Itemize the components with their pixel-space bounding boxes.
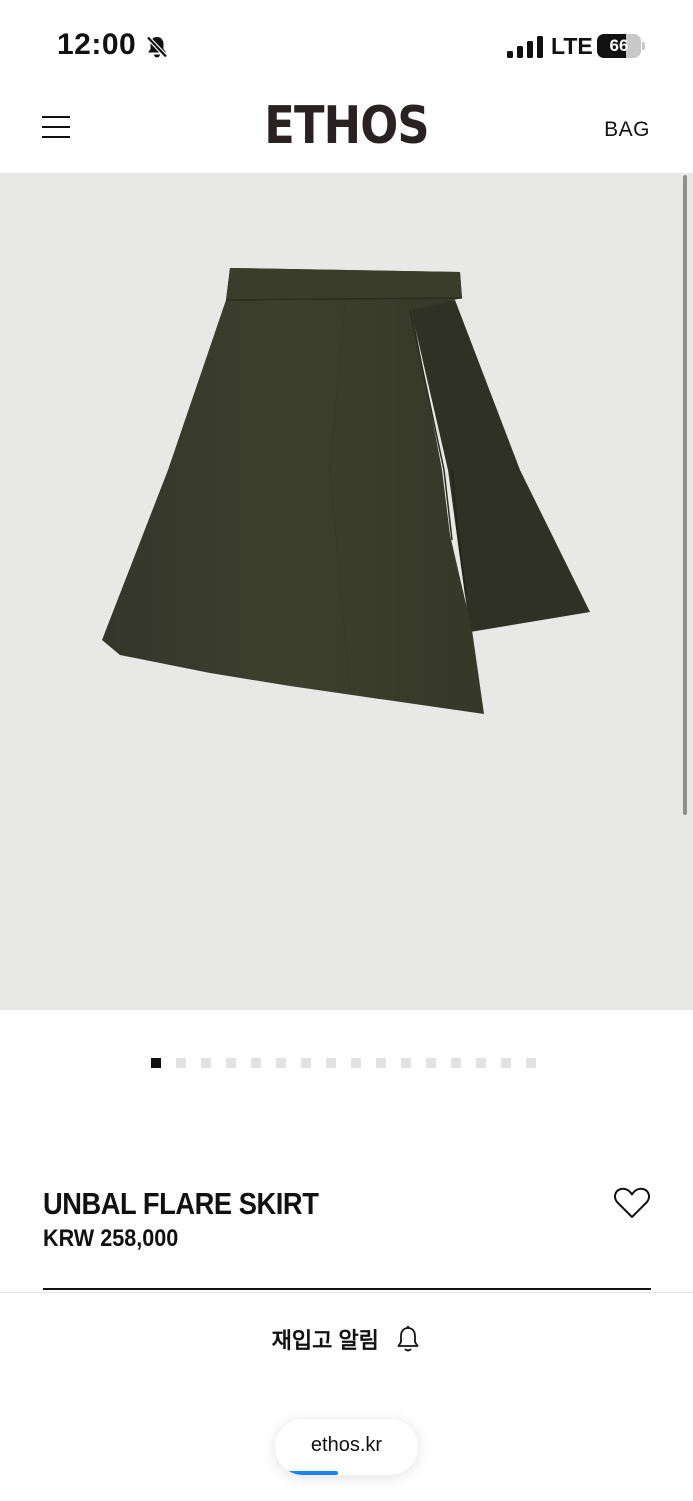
url-text: ethos.kr xyxy=(310,1434,383,1456)
pagination-dot[interactable] xyxy=(276,1058,286,1068)
pagination-dot[interactable] xyxy=(526,1058,536,1068)
pagination-dot[interactable] xyxy=(351,1058,361,1068)
pagination-dot[interactable] xyxy=(201,1058,211,1068)
signal-bars-icon xyxy=(507,36,543,58)
pagination-dot[interactable] xyxy=(426,1058,436,1068)
product-price: KRW 258,000 xyxy=(43,1225,179,1252)
image-pagination[interactable] xyxy=(151,1058,536,1068)
pagination-dot[interactable] xyxy=(251,1058,261,1068)
skirt-photo xyxy=(102,268,590,714)
network-type: LTE xyxy=(551,33,593,59)
pagination-dot[interactable] xyxy=(401,1058,411,1068)
restock-alert-label: 재입고 알림 xyxy=(271,1328,379,1353)
product-image[interactable] xyxy=(0,173,693,1010)
pagination-dot[interactable] xyxy=(151,1058,161,1068)
scroll-indicator[interactable] xyxy=(683,175,687,815)
battery-level: 66 xyxy=(609,36,629,55)
heart-outline-icon[interactable] xyxy=(613,1186,651,1220)
pagination-dot[interactable] xyxy=(476,1058,486,1068)
bell-icon xyxy=(397,1325,419,1352)
pagination-dot[interactable] xyxy=(226,1058,236,1068)
skirt-waistband xyxy=(226,268,462,300)
status-bar: 12:00 LTE 66 xyxy=(0,0,693,92)
bag-link[interactable]: BAG xyxy=(604,118,650,142)
pagination-dot[interactable] xyxy=(176,1058,186,1068)
divider xyxy=(43,1288,651,1290)
page-load-progress xyxy=(287,1471,339,1475)
pagination-dot[interactable] xyxy=(301,1058,311,1068)
pagination-dot[interactable] xyxy=(326,1058,336,1068)
product-name: UNBAL FLARE SKIRT xyxy=(43,1186,319,1221)
site-header: ETHOS BAG xyxy=(0,92,693,172)
bottom-panel: 재입고 알림 ethos.kr xyxy=(0,1292,693,1501)
bell-slash-icon xyxy=(145,35,169,59)
battery-icon: 66 xyxy=(597,34,645,58)
brand-logo[interactable]: ETHOS xyxy=(49,96,645,156)
restock-alert-button[interactable]: 재입고 알림 xyxy=(0,1323,693,1363)
pagination-dot[interactable] xyxy=(451,1058,461,1068)
status-time: 12:00 xyxy=(57,28,137,61)
pagination-dot[interactable] xyxy=(376,1058,386,1068)
browser-url-bar[interactable]: ethos.kr xyxy=(275,1419,418,1475)
pagination-dot[interactable] xyxy=(501,1058,511,1068)
